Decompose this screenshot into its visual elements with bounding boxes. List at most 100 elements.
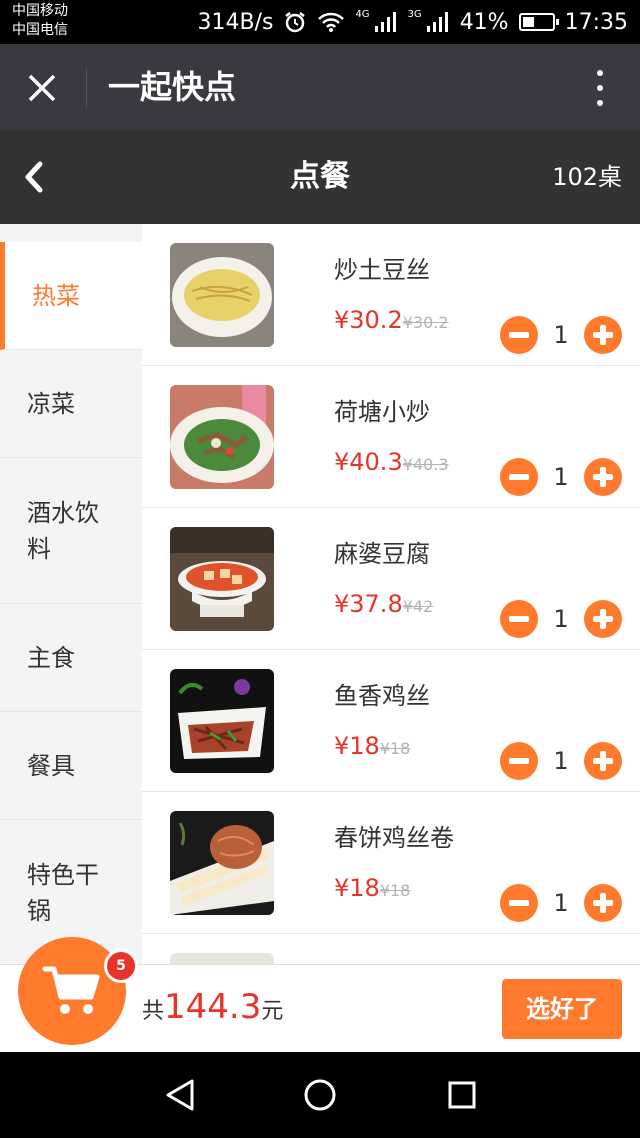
cart-count-badge: 5 — [104, 949, 138, 983]
original-price: ¥18 — [379, 739, 411, 758]
price-row: ¥37.8¥42 — [334, 586, 433, 625]
quantity-value: 1 — [553, 889, 569, 917]
dish-item: 春饼鸡丝卷 ¥18¥18 1 — [142, 792, 640, 934]
dish-price: ¥30.2 — [334, 306, 403, 334]
more-button[interactable] — [590, 68, 610, 108]
dish-image[interactable] — [170, 811, 274, 915]
nav-home-button[interactable] — [300, 1075, 340, 1115]
category-item-staple-food[interactable]: 主食 — [0, 604, 142, 712]
back-triangle-icon — [166, 1079, 194, 1111]
plus-button[interactable] — [584, 600, 622, 638]
alarm-icon — [283, 10, 307, 34]
minus-button[interactable] — [500, 458, 538, 496]
quantity-stepper: 1 — [500, 316, 622, 354]
battery-percent: 41% — [459, 9, 509, 35]
category-label: 凉菜 — [27, 389, 75, 418]
category-item-drinks[interactable]: 酒水饮料 — [0, 458, 142, 604]
app-title: 一起快点 — [108, 68, 237, 106]
quantity-value: 1 — [553, 605, 569, 633]
dish-item: 炒土豆丝 ¥30.2¥30.2 1 — [142, 224, 640, 366]
confirm-order-button[interactable]: 选好了 — [502, 979, 622, 1039]
carrier-label-2: 中国电信 — [12, 22, 68, 38]
wifi-icon — [317, 11, 345, 33]
dish-name: 鱼香鸡丝 — [334, 682, 430, 710]
category-item-hot-dishes[interactable]: 热菜 — [0, 242, 142, 350]
signal-icon — [426, 11, 450, 33]
total-amount: 144.3 — [164, 987, 262, 1027]
category-label: 餐具 — [27, 751, 75, 780]
price-row: ¥40.3¥40.3 — [334, 444, 449, 483]
quantity-stepper: 1 — [500, 600, 622, 638]
category-label: 主食 — [27, 643, 75, 672]
dish-name: 春饼鸡丝卷 — [334, 824, 454, 852]
cart-total: 共144.3元 — [142, 983, 283, 1036]
dish-name: 麻婆豆腐 — [334, 540, 430, 568]
status-bar: 中国移动 中国电信 314B/s 4G 3G 41% 17:35 — [0, 0, 640, 44]
category-item-tableware[interactable]: 餐具 — [0, 712, 142, 820]
quantity-stepper: 1 — [500, 458, 622, 496]
system-nav-bar — [0, 1052, 640, 1138]
signal-icon — [374, 11, 398, 33]
more-icon — [597, 85, 603, 91]
category-label: 热菜 — [32, 281, 80, 310]
quantity-value: 1 — [553, 747, 569, 775]
original-price: ¥42 — [402, 597, 434, 616]
more-icon — [597, 70, 603, 76]
table-number: 102桌 — [552, 163, 622, 191]
title-bar: 一起快点 — [0, 44, 640, 130]
minus-button[interactable] — [500, 742, 538, 780]
carrier-info: 中国移动 中国电信 — [12, 2, 68, 40]
quantity-value: 1 — [553, 463, 569, 491]
nav-recents-button[interactable] — [442, 1075, 482, 1115]
total-suffix: 元 — [261, 999, 284, 1024]
close-icon — [28, 74, 56, 102]
dish-image[interactable] — [170, 527, 274, 631]
network-speed: 314B/s — [197, 9, 274, 35]
more-icon — [597, 100, 603, 106]
dish-price: ¥40.3 — [334, 448, 403, 476]
plus-button[interactable] — [584, 884, 622, 922]
original-price: ¥30.2 — [402, 313, 449, 332]
cart-icon — [42, 966, 100, 1014]
dish-item: 鱼香鸡丝 ¥18¥18 1 — [142, 650, 640, 792]
page-title: 点餐 — [290, 159, 350, 194]
original-price: ¥18 — [379, 881, 411, 900]
original-price: ¥40.3 — [402, 455, 449, 474]
dish-name: 炒土豆丝 — [334, 256, 430, 284]
category-label: 酒水饮料 — [27, 498, 99, 563]
network-type-1: 4G — [355, 9, 370, 20]
plus-button[interactable] — [584, 458, 622, 496]
price-row: ¥18¥18 — [334, 728, 410, 767]
dish-list: 炒土豆丝 ¥30.2¥30.2 1 荷塘小炒 ¥40.3¥40.3 1 麻婆豆腐… — [142, 224, 640, 964]
dish-name: 荷塘小炒 — [334, 398, 430, 426]
category-item-cold-dishes[interactable]: 凉菜 — [0, 350, 142, 458]
dish-image[interactable] — [170, 953, 274, 964]
page-header: 点餐 102桌 — [0, 130, 640, 224]
category-label: 特色干锅 — [27, 860, 99, 925]
dish-image[interactable] — [170, 243, 274, 347]
quantity-value: 1 — [553, 321, 569, 349]
network-type-2: 3G — [407, 9, 422, 20]
price-row: ¥18¥18 — [334, 870, 410, 909]
quantity-stepper: 1 — [500, 884, 622, 922]
nav-back-button[interactable] — [160, 1075, 200, 1115]
dish-image[interactable] — [170, 669, 274, 773]
close-button[interactable] — [20, 66, 64, 110]
clock: 17:35 — [564, 9, 628, 35]
plus-button[interactable] — [584, 742, 622, 780]
minus-button[interactable] — [500, 316, 538, 354]
title-divider — [86, 68, 87, 108]
dish-price: ¥18 — [334, 732, 380, 760]
category-sidebar: 热菜 凉菜 酒水饮料 主食 餐具 特色干锅 — [0, 224, 142, 964]
price-row: ¥30.2¥30.2 — [334, 302, 449, 341]
plus-button[interactable] — [584, 316, 622, 354]
home-circle-icon — [304, 1079, 336, 1111]
dish-item: 麻婆豆腐 ¥37.8¥42 1 — [142, 508, 640, 650]
status-icons: 314B/s 4G 3G 41% 17:35 — [197, 0, 628, 44]
cart-bar: 5 共144.3元 选好了 — [0, 937, 640, 1052]
recents-square-icon — [448, 1081, 476, 1109]
minus-button[interactable] — [500, 884, 538, 922]
dish-item — [142, 934, 640, 964]
dish-image[interactable] — [170, 385, 274, 489]
minus-button[interactable] — [500, 600, 538, 638]
